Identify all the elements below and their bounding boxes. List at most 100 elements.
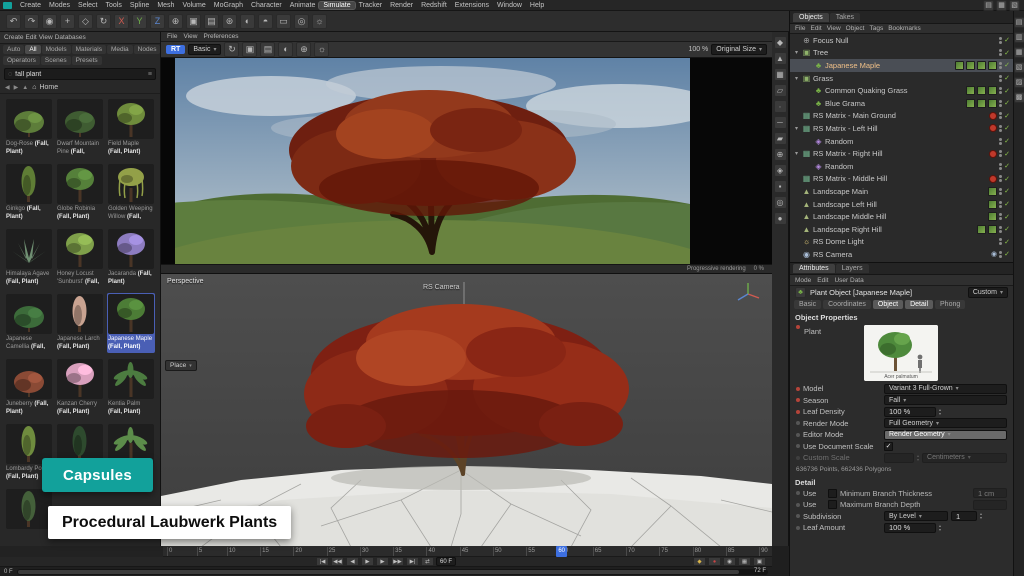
- visibility-dot[interactable]: [999, 91, 1002, 94]
- visibility-dot[interactable]: [999, 125, 1002, 128]
- asset-tab-materials[interactable]: Materials: [72, 45, 106, 54]
- object-menu-bookmarks[interactable]: Bookmarks: [888, 25, 921, 32]
- asset-plant-globe-robinia[interactable]: Globe Robinia (Fall, Plant): [56, 163, 104, 223]
- section-tab-coordinates[interactable]: Coordinates: [823, 300, 871, 309]
- visibility-dot[interactable]: [999, 116, 1002, 119]
- timeline-tick-0[interactable]: 0: [167, 547, 172, 556]
- asset-menu-view[interactable]: View: [39, 34, 53, 41]
- render-view-menu-view[interactable]: View: [183, 33, 197, 40]
- range-fill[interactable]: [18, 570, 739, 574]
- spinner-arrows[interactable]: ▴▾: [980, 512, 982, 520]
- asset-tab-operators[interactable]: Operators: [3, 56, 40, 65]
- asset-tab-nodes[interactable]: Nodes: [134, 45, 161, 54]
- capsule-icon[interactable]: ●: [774, 212, 787, 225]
- asset-tab-scenes[interactable]: Scenes: [41, 56, 71, 65]
- asset-search-bar[interactable]: ◌ ≡: [4, 68, 156, 80]
- menu-render[interactable]: Render: [386, 2, 417, 9]
- expand-arrow[interactable]: ▾: [793, 75, 800, 82]
- enabled-check-icon[interactable]: ✓: [1004, 225, 1010, 233]
- forward-icon[interactable]: ▶: [14, 84, 20, 91]
- edges-mode-icon[interactable]: ─: [774, 116, 787, 129]
- material-tag[interactable]: [955, 61, 964, 70]
- visibility-dot[interactable]: [999, 138, 1002, 141]
- menu-spline[interactable]: Spline: [126, 2, 153, 9]
- param-number-field[interactable]: 100 %: [884, 523, 936, 533]
- menu-simulate[interactable]: Simulate: [319, 2, 354, 9]
- layout-c-icon[interactable]: ▦: [1014, 47, 1024, 58]
- asset-tab-auto[interactable]: Auto: [3, 45, 24, 54]
- autokey-button[interactable]: ●: [708, 557, 721, 566]
- layout-grid-icon[interactable]: ▦: [996, 0, 1007, 11]
- next-key-button[interactable]: ▶▶: [391, 557, 404, 566]
- range-start-label[interactable]: 0 F: [4, 569, 13, 575]
- material-tag[interactable]: [966, 86, 975, 95]
- visibility-dot[interactable]: [999, 213, 1002, 216]
- back-icon[interactable]: ◀: [5, 84, 11, 91]
- live-selection-icon[interactable]: ◉: [42, 14, 57, 29]
- move-tool-icon[interactable]: +: [60, 14, 75, 29]
- visibility-dot[interactable]: [999, 87, 1002, 90]
- floor-icon[interactable]: ▭: [276, 14, 291, 29]
- axis-mode-icon[interactable]: ⊕: [774, 148, 787, 161]
- timeline-tick-35[interactable]: 35: [393, 547, 402, 556]
- expand-arrow[interactable]: ▾: [793, 150, 800, 157]
- visibility-dot[interactable]: [999, 230, 1002, 233]
- param-dropdown[interactable]: Centimeters▾: [922, 453, 1007, 463]
- param-dropdown[interactable]: Full Geometry▾: [884, 418, 1007, 428]
- range-end-label[interactable]: 72 F: [754, 568, 766, 574]
- interface-icon[interactable]: ▧: [1009, 0, 1020, 11]
- timeline-tick-5[interactable]: 5: [197, 547, 202, 556]
- visibility-dot[interactable]: [999, 154, 1002, 157]
- visibility-dot[interactable]: [999, 100, 1002, 103]
- menu-create[interactable]: Create: [16, 2, 45, 9]
- environment-icon[interactable]: ◓: [258, 14, 273, 29]
- enabled-check-icon[interactable]: ✓: [1004, 61, 1010, 69]
- param-checkbox[interactable]: [828, 500, 837, 509]
- custom-preset-select[interactable]: Custom▾: [968, 287, 1008, 298]
- asset-plant-jacaranda[interactable]: Jacaranda (Fall, Plant): [107, 228, 155, 288]
- redshift-tag-icon[interactable]: [989, 150, 997, 158]
- compare-icon[interactable]: ▤: [260, 42, 275, 57]
- asset-plant-field-maple[interactable]: Field Maple (Fall, Plant): [107, 98, 155, 158]
- visibility-dot[interactable]: [999, 62, 1002, 65]
- spinner-arrows[interactable]: ▴▾: [939, 524, 941, 532]
- material-tag[interactable]: [966, 99, 975, 108]
- visibility-dot[interactable]: [999, 163, 1002, 166]
- visibility-dot[interactable]: [999, 167, 1002, 170]
- render-size-select[interactable]: Original Size▾: [711, 44, 767, 55]
- visibility-dot[interactable]: [999, 205, 1002, 208]
- record-active-objects-button[interactable]: ◉: [723, 557, 736, 566]
- redshift-tag-icon[interactable]: [989, 175, 997, 183]
- timeline-tick-30[interactable]: 30: [360, 547, 369, 556]
- visibility-dot[interactable]: [999, 179, 1002, 182]
- breadcrumb-location[interactable]: Home: [39, 84, 58, 91]
- material-tag[interactable]: [988, 86, 997, 95]
- play-button[interactable]: ▶: [361, 557, 374, 566]
- render-view-menu-preferences[interactable]: Preferences: [203, 33, 238, 40]
- points-mode-icon[interactable]: ∙: [774, 100, 787, 113]
- param-number-field[interactable]: [884, 453, 914, 463]
- asset-plant-kanzan-cherry[interactable]: Kanzan Cherry (Fall, Plant): [56, 358, 104, 418]
- coordinate-system-icon[interactable]: ⊕: [168, 14, 183, 29]
- next-frame-button[interactable]: ▶: [376, 557, 389, 566]
- scale-tool-icon[interactable]: ◇: [78, 14, 93, 29]
- goto-end-button[interactable]: ▶|: [406, 557, 419, 566]
- param-checkbox[interactable]: [828, 489, 837, 498]
- expand-arrow[interactable]: ▾: [793, 125, 800, 132]
- prev-key-button[interactable]: ◀◀: [331, 557, 344, 566]
- material-tag[interactable]: [977, 99, 986, 108]
- asset-plant-partial[interactable]: [5, 488, 53, 546]
- object-row-rs-matrix-left-hill[interactable]: ▾▦RS Matrix - Left Hill✓: [790, 122, 1013, 135]
- attr-menu-edit[interactable]: Edit: [817, 277, 828, 284]
- param-number-field[interactable]: 100 %: [884, 407, 936, 417]
- visibility-dot[interactable]: [999, 104, 1002, 107]
- visibility-dot[interactable]: [999, 142, 1002, 145]
- asset-plant-honey-locust-sunburst[interactable]: Honey Locust 'Sunburst' (Fall, Plant): [56, 228, 104, 288]
- object-row-rs-camera[interactable]: ◉RS Camera◉✓: [790, 248, 1013, 261]
- timeline-tick-25[interactable]: 25: [327, 547, 336, 556]
- asset-plant-japanese-larch[interactable]: Japanese Larch (Fall, Plant): [56, 293, 104, 353]
- enabled-check-icon[interactable]: ✓: [1004, 124, 1010, 132]
- visibility-dot[interactable]: [999, 75, 1002, 78]
- render-settings-icon[interactable]: ⊛: [222, 14, 237, 29]
- keyframe-selection-button[interactable]: ▦: [738, 557, 751, 566]
